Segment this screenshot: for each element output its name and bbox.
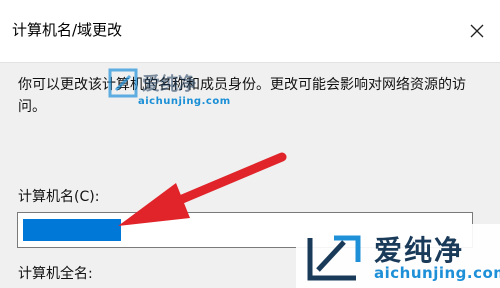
watermark-url: aichunjing.com	[374, 264, 500, 282]
computer-name-label: 计算机名(C):	[18, 189, 100, 205]
full-name-label: 计算机全名:	[18, 266, 93, 282]
close-button[interactable]	[454, 8, 500, 54]
watermark-logo-icon	[307, 235, 361, 281]
dialog-titlebar: 计算机名/域更改	[0, 0, 500, 63]
watermark-brand: 爱纯净	[374, 234, 465, 267]
close-icon	[470, 24, 484, 38]
watermark-url-small: aichunjing.com	[138, 96, 231, 107]
description-text: 你可以更改该计算机的名称和成员身份。更改可能会影响对网络资源的访问。	[18, 77, 466, 115]
dialog-title: 计算机名/域更改	[12, 21, 123, 39]
